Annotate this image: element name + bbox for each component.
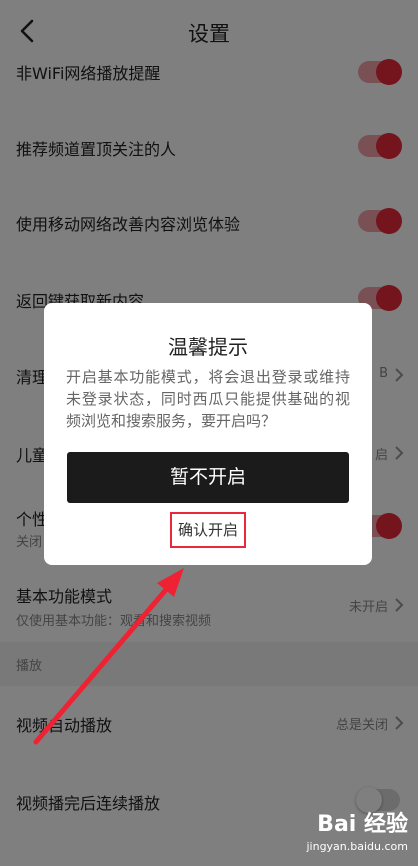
baidu-watermark: Bai 经验 jingyan.baidu.com (288, 806, 408, 858)
watermark-url: jingyan.baidu.com (306, 840, 408, 853)
annotation-arrow (33, 568, 184, 745)
watermark-logo-text: Bai 经验 (317, 812, 408, 837)
